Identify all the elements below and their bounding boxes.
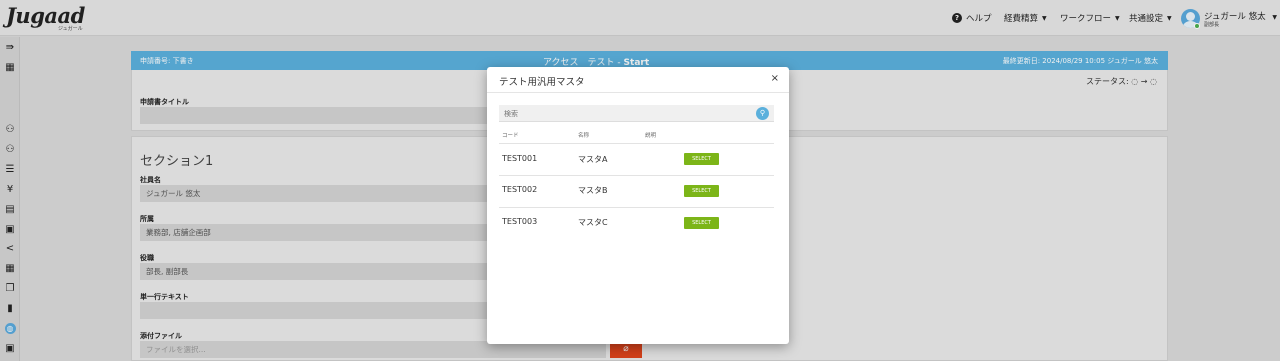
modal-title: テスト用汎用マスタ: [499, 77, 585, 88]
modal-divider: [487, 92, 789, 93]
row-name: マスタB: [578, 186, 608, 195]
column-header-name: 名称: [578, 133, 590, 139]
column-header-description: 説明: [645, 133, 657, 139]
search-input[interactable]: [499, 105, 749, 122]
row-name: マスタC: [578, 218, 608, 227]
close-icon[interactable]: ×: [771, 73, 779, 84]
row-code: TEST002: [502, 185, 538, 194]
table-divider: [499, 175, 774, 176]
row-name: マスタA: [578, 155, 608, 164]
select-button[interactable]: SELECT: [684, 217, 719, 229]
row-code: TEST003: [502, 217, 538, 226]
select-button[interactable]: SELECT: [684, 185, 719, 197]
select-button[interactable]: SELECT: [684, 153, 719, 165]
table-divider: [499, 143, 774, 144]
column-header-code: コード: [502, 133, 519, 139]
master-select-modal: テスト用汎用マスタ × ⚲ コード 名称 説明 TEST001 マスタA SEL…: [487, 67, 789, 344]
search-icon[interactable]: ⚲: [756, 107, 769, 120]
row-code: TEST001: [502, 154, 538, 163]
table-divider: [499, 207, 774, 208]
search-box: ⚲: [499, 105, 774, 122]
